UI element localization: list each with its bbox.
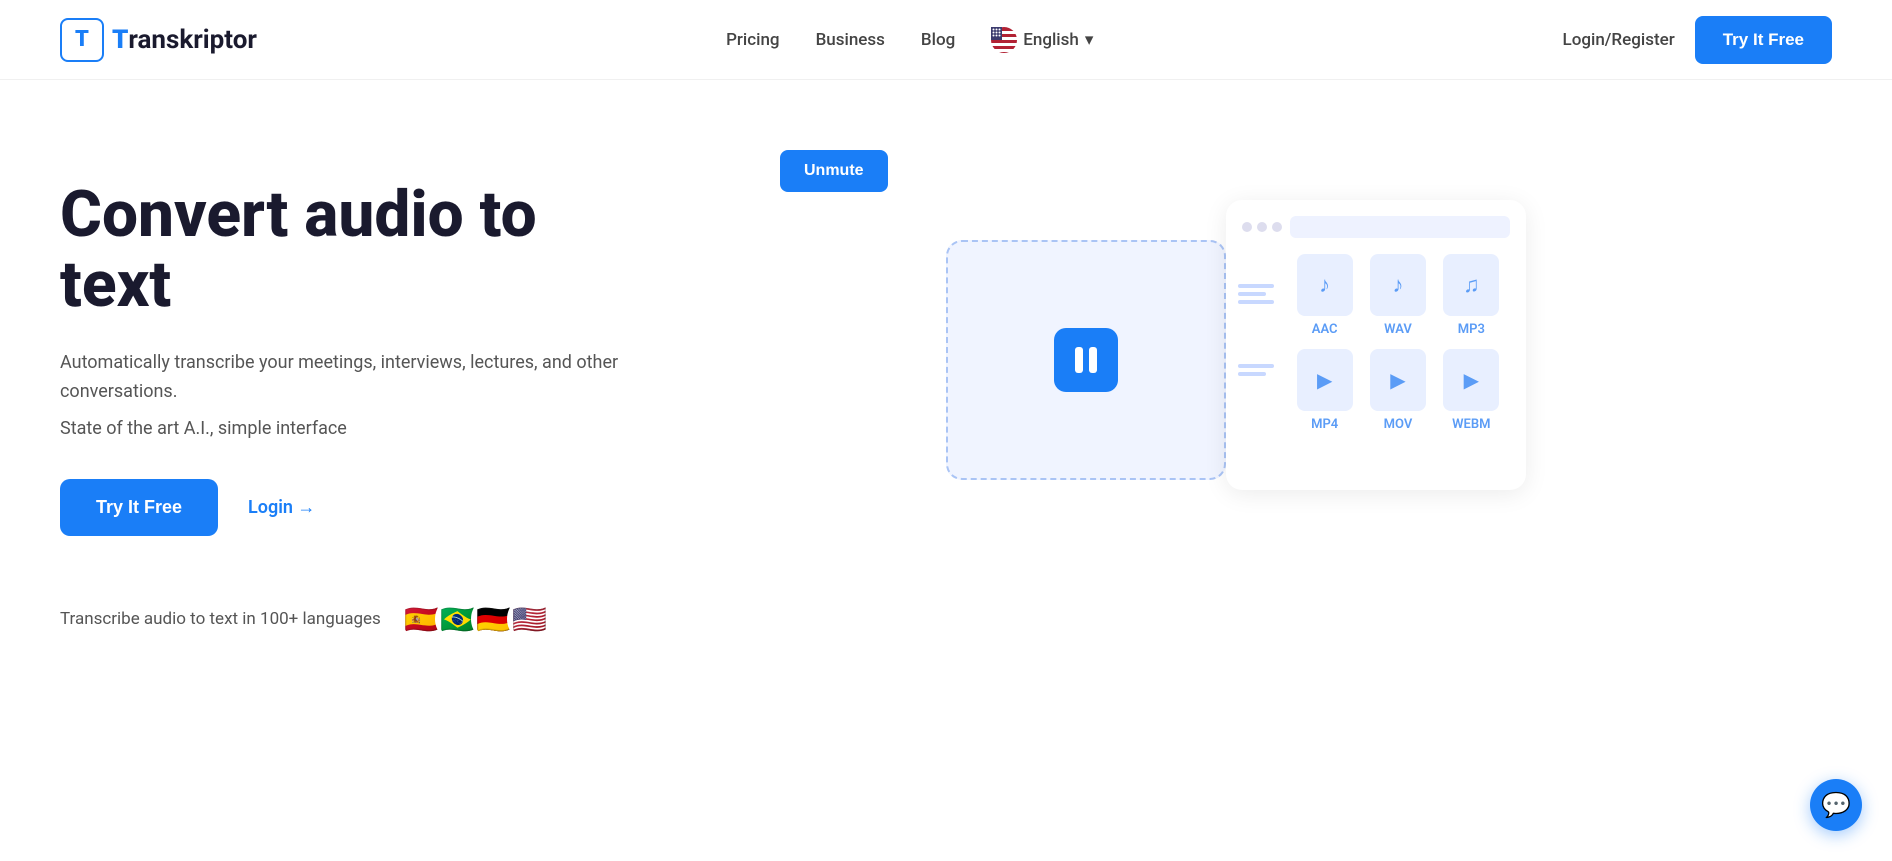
format-mp4: ▶ MP4 bbox=[1294, 349, 1355, 432]
aac-icon-wrap: ♪ bbox=[1297, 254, 1353, 316]
flags-group: 🇪🇸 🇧🇷 🇩🇪 🇺🇸 bbox=[399, 596, 553, 642]
browser-dot-3 bbox=[1272, 222, 1282, 232]
wav-label: WAV bbox=[1384, 322, 1412, 337]
text-lines-decoration-2 bbox=[1238, 360, 1274, 380]
hero-section: Convert audio to text Automatically tran… bbox=[0, 80, 1892, 702]
text-lines-decoration bbox=[1238, 280, 1274, 308]
mov-icon-wrap: ▶ bbox=[1370, 349, 1426, 411]
hero-subtitle: Automatically transcribe your meetings, … bbox=[60, 349, 640, 407]
pause-bar-right bbox=[1089, 347, 1097, 373]
hero-title: Convert audio to text bbox=[60, 180, 640, 321]
mp4-play-icon: ▶ bbox=[1317, 368, 1332, 392]
wav-icon-wrap: ♪ bbox=[1370, 254, 1426, 316]
hero-tagline: State of the art A.I., simple interface bbox=[60, 418, 640, 439]
languages-text: Transcribe audio to text in 100+ languag… bbox=[60, 609, 381, 629]
chat-bubble[interactable]: 💬 bbox=[1810, 779, 1862, 831]
language-selector[interactable]: English ▾ bbox=[991, 27, 1093, 53]
chevron-down-icon: ▾ bbox=[1085, 30, 1094, 50]
mp4-label: MP4 bbox=[1311, 417, 1338, 432]
pause-bar-left bbox=[1075, 347, 1083, 373]
mp4-icon-wrap: ▶ bbox=[1297, 349, 1353, 411]
hero-right: Unmute bbox=[640, 140, 1832, 560]
mp3-label: MP3 bbox=[1458, 322, 1485, 337]
formats-grid: ♪ AAC ♪ WAV ♫ bbox=[1286, 254, 1510, 432]
wav-note-icon: ♪ bbox=[1392, 272, 1403, 298]
logo[interactable]: T Transkriptor bbox=[60, 18, 257, 62]
format-mp3: ♫ MP3 bbox=[1441, 254, 1502, 337]
browser-bar bbox=[1242, 216, 1510, 238]
webm-play-icon: ▶ bbox=[1464, 368, 1479, 392]
header: T Transkriptor Pricing Business Blog bbox=[0, 0, 1892, 80]
browser-dot-2 bbox=[1257, 222, 1267, 232]
unmute-button[interactable]: Unmute bbox=[780, 150, 888, 192]
mp3-note-icon: ♫ bbox=[1463, 272, 1480, 298]
pause-button[interactable] bbox=[1054, 328, 1118, 392]
format-mov: ▶ MOV bbox=[1367, 349, 1428, 432]
languages-row: Transcribe audio to text in 100+ languag… bbox=[60, 596, 640, 642]
webm-icon-wrap: ▶ bbox=[1443, 349, 1499, 411]
mov-play-icon: ▶ bbox=[1390, 368, 1405, 392]
aac-note-icon: ♪ bbox=[1319, 272, 1330, 298]
us-flag-icon bbox=[991, 27, 1017, 53]
format-wav: ♪ WAV bbox=[1367, 254, 1428, 337]
formats-card: ♪ AAC ♪ WAV ♫ bbox=[1226, 200, 1526, 490]
formats-grid-wrapper: ♪ AAC ♪ WAV ♫ bbox=[1286, 254, 1510, 432]
browser-dot-1 bbox=[1242, 222, 1252, 232]
flag-american: 🇺🇸 bbox=[507, 596, 553, 642]
main-nav: Pricing Business Blog En bbox=[726, 27, 1093, 53]
mov-label: MOV bbox=[1384, 417, 1413, 432]
format-aac: ♪ AAC bbox=[1294, 254, 1355, 337]
nav-pricing[interactable]: Pricing bbox=[726, 30, 780, 50]
header-right: Login/Register Try It Free bbox=[1563, 16, 1832, 64]
illustration-container: ♪ AAC ♪ WAV ♫ bbox=[946, 200, 1526, 560]
try-it-free-hero-button[interactable]: Try It Free bbox=[60, 479, 218, 536]
try-it-free-header-button[interactable]: Try It Free bbox=[1695, 16, 1832, 64]
nav-business[interactable]: Business bbox=[816, 30, 885, 50]
player-card bbox=[946, 240, 1226, 480]
webm-label: WEBM bbox=[1452, 417, 1490, 432]
chat-icon: 💬 bbox=[1821, 791, 1851, 819]
login-register-link[interactable]: Login/Register bbox=[1563, 30, 1675, 50]
logo-icon: T bbox=[60, 18, 104, 62]
browser-dots bbox=[1242, 222, 1282, 232]
hero-actions: Try It Free Login → bbox=[60, 479, 640, 536]
logo-text: Transkriptor bbox=[112, 25, 257, 55]
aac-label: AAC bbox=[1312, 322, 1338, 337]
nav-blog[interactable]: Blog bbox=[921, 30, 955, 50]
hero-login-link[interactable]: Login → bbox=[248, 497, 315, 518]
format-webm: ▶ WEBM bbox=[1441, 349, 1502, 432]
hero-left: Convert audio to text Automatically tran… bbox=[60, 160, 640, 642]
browser-search-bar bbox=[1290, 216, 1510, 238]
language-label: English bbox=[1023, 30, 1079, 50]
mp3-icon-wrap: ♫ bbox=[1443, 254, 1499, 316]
